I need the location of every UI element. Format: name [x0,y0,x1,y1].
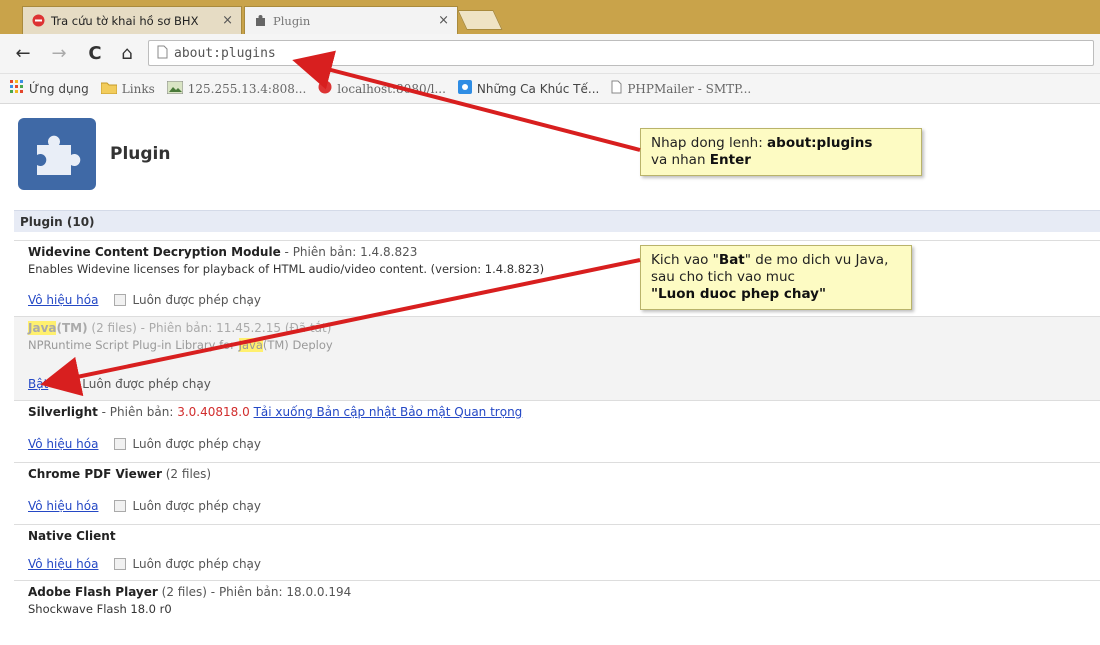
address-bar[interactable] [148,40,1094,66]
tab-tra-cuu[interactable]: Tra cứu tờ khai hồ sơ BHX × [22,6,242,34]
disable-link[interactable]: Vô hiệu hóa [28,437,98,451]
always-allow-checkbox[interactable] [64,378,77,390]
plugin-meta: (2 files) - Phiên bản: 18.0.0.194 [157,585,352,599]
browser-window: Tra cứu tờ khai hồ sơ BHX × Plugin × ← →… [0,0,1100,645]
security-update-link[interactable]: Tải xuống Bản cập nhật Bảo mật Quan trọn… [254,405,523,419]
tab-strip: Tra cứu tờ khai hồ sơ BHX × Plugin × [0,0,1100,34]
always-allow-label: Luôn được phép chạy [132,437,261,451]
always-allow-label: Luôn được phép chạy [132,293,261,307]
page-header: Plugin [18,118,171,190]
bookmark-label: Links [121,81,155,96]
disable-link[interactable]: Vô hiệu hóa [28,557,98,571]
bookmark-ca-khuc[interactable]: Những Ca Khúc Tế... [457,80,600,97]
folder-icon [100,81,118,97]
bookmark-label: Những Ca Khúc Tế... [476,81,600,96]
apps-grid-icon [10,80,24,97]
callout-text: Kich vao " [651,252,719,268]
plugin-name: Java [28,321,57,335]
bookmark-label: Ứng dụng [29,81,89,96]
plugin-widevine: Widevine Content Decryption Module - Phi… [14,240,1100,316]
callout-bold: about:plugins [767,135,873,151]
bookmark-apps[interactable]: Ứng dụng [10,80,89,97]
new-tab-button[interactable] [457,10,503,30]
url-input[interactable] [174,45,1054,61]
tab-title: Tra cứu tờ khai hồ sơ BHX [51,13,199,28]
always-allow-checkbox[interactable] [114,438,127,450]
puzzle-icon [253,14,267,28]
plugin-meta: (2 files) - Phiên bản: 11.45.2.15 (Đã tắ… [87,321,332,335]
page-title: Plugin [110,144,171,164]
disable-link[interactable]: Vô hiệu hóa [28,293,98,307]
forward-icon[interactable]: → [48,42,70,64]
red-circle-icon [318,80,332,97]
plugin-meta: (2 files) [161,467,212,481]
plugin-name: Chrome PDF Viewer [28,467,162,481]
plugins-section-header: Plugin (10) [14,210,1100,232]
plugin-description-highlight: Java [238,338,263,352]
always-allow-checkbox[interactable] [114,500,127,512]
disable-link[interactable]: Vô hiệu hóa [28,499,98,513]
tab-title: Plugin [273,13,311,28]
plugin-name: Widevine Content Decryption Module [28,245,281,259]
toolbar: ← → C ⌂ [0,34,1100,74]
blue-square-icon [457,80,472,97]
bookmark-links[interactable]: Links [100,81,155,97]
plugin-chrome-pdf: Chrome PDF Viewer (2 files) Vô hiệu hóa … [14,462,1100,524]
plugin-adobe-flash: Adobe Flash Player (2 files) - Phiên bản… [14,580,1100,645]
enable-link[interactable]: Bật [28,377,48,391]
document-icon [611,80,622,97]
image-icon [166,80,184,97]
tab-plugin[interactable]: Plugin × [244,6,458,34]
bookmark-phpmailer[interactable]: PHPMailer - SMTP... [611,80,751,97]
bookmark-label: PHPMailer - SMTP... [627,81,752,96]
plugin-description-end: (TM) Deploy [262,338,333,352]
bookmark-label: 125.255.13.4:808... [187,81,307,96]
bookmark-localhost[interactable]: localhost:8080/l... [318,80,446,97]
callout-bold: "Luon duoc phep chay" [651,286,827,302]
callout-text: va nhan [651,152,710,168]
back-icon[interactable]: ← [12,42,34,64]
plugin-meta: - Phiên bản: 1.4.8.823 [280,245,418,259]
plugin-name: Native Client [28,529,116,543]
plugin-name: Silverlight [28,405,98,419]
always-allow-checkbox[interactable] [114,558,127,570]
plugin-native-client: Native Client Vô hiệu hóa Luôn được phép… [14,524,1100,580]
plugin-description: Shockwave Flash 18.0 r0 [28,602,172,616]
callout-enter-url: Nhap dong lenh: about:plugins va nhan En… [640,128,922,176]
callout-bold: Bat [718,252,745,268]
plugin-description: NPRuntime Script Plug-in Library for [28,338,239,352]
close-icon[interactable]: × [438,13,449,28]
home-icon[interactable]: ⌂ [116,42,138,64]
always-allow-label: Luôn được phép chạy [82,377,211,391]
plugin-version: 3.0.40818.0 [177,405,250,419]
reload-icon[interactable]: C [84,42,106,64]
plugin-meta: - Phiên bản: [97,405,178,419]
callout-text: Nhap dong lenh: [651,135,768,151]
plugin-description: Enables Widevine licenses for playback o… [28,262,545,276]
bookmark-label: localhost:8080/l... [337,81,446,96]
callout-bold: Enter [709,152,751,168]
callout-enable-java: Kich vao "Bat" de mo dich vu Java, sau c… [640,245,912,310]
plugin-silverlight: Silverlight - Phiên bản: 3.0.40818.0 Tải… [14,400,1100,462]
page-icon [157,45,168,62]
plugin-name-suffix: (TM) [56,321,88,335]
plugin-name: Adobe Flash Player [28,585,158,599]
always-allow-checkbox[interactable] [114,294,127,306]
close-icon[interactable]: × [222,13,233,28]
plugin-java: Java(TM) (2 files) - Phiên bản: 11.45.2.… [14,316,1100,400]
puzzle-icon [18,118,96,190]
always-allow-label: Luôn được phép chạy [132,499,261,513]
bookmark-ip[interactable]: 125.255.13.4:808... [166,80,307,97]
bookmarks-bar: Ứng dụng Links 125.255.13.4:808... local… [0,74,1100,104]
red-circle-icon [31,14,45,28]
always-allow-label: Luôn được phép chạy [132,557,261,571]
